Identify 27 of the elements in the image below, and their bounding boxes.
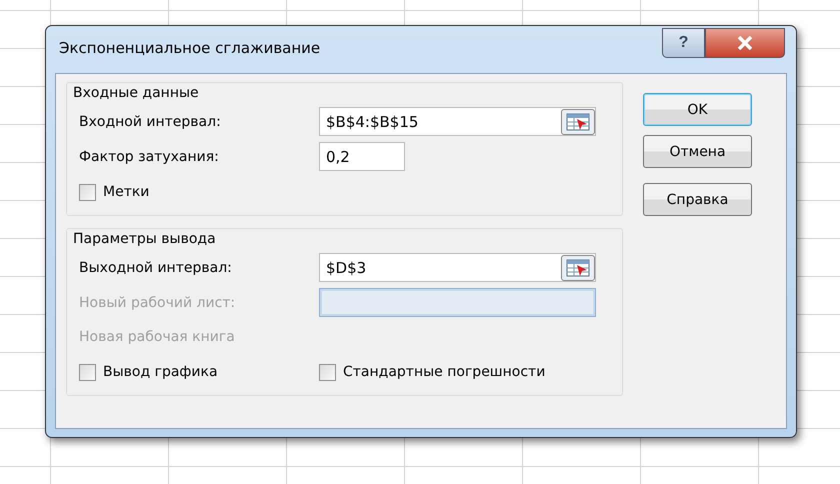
range-select-icon [566, 112, 590, 130]
range-field[interactable]: $D$3 [319, 253, 596, 282]
checkbox[interactable]: Стандартные погрешности [319, 364, 610, 380]
checkbox-box[interactable] [79, 184, 96, 200]
range-select-button[interactable] [561, 108, 595, 134]
field-label: Входной интервал: [79, 114, 222, 130]
checkbox-box[interactable] [79, 364, 96, 380]
field-label: Выходной интервал: [79, 260, 233, 276]
group-title: Входные данные [73, 85, 200, 101]
range-select-button[interactable] [561, 254, 595, 280]
checkbox[interactable]: Вывод графика [79, 364, 319, 380]
field-label: Фактор затухания: [79, 148, 220, 164]
dialog-button[interactable]: Отмена [643, 135, 752, 168]
close-button[interactable] [705, 28, 785, 58]
range-field[interactable]: $B$4:$B$15 [319, 107, 596, 136]
range-select-icon [566, 258, 590, 276]
close-icon [737, 36, 753, 50]
field-label: Новый рабочий лист: [79, 294, 236, 310]
dialog-button[interactable]: OK [643, 93, 752, 126]
input-field[interactable]: 0,2 [319, 142, 405, 171]
group-title: Параметры вывода [73, 231, 217, 247]
checkbox-box[interactable] [319, 364, 336, 380]
option-label: Новая рабочая книга [79, 329, 236, 345]
checkbox[interactable]: Метки [79, 184, 319, 200]
dialog-button[interactable]: Справка [643, 183, 752, 216]
window-title: Экспоненциальное сглаживание [59, 39, 322, 57]
help-button[interactable]: ? [662, 28, 705, 58]
